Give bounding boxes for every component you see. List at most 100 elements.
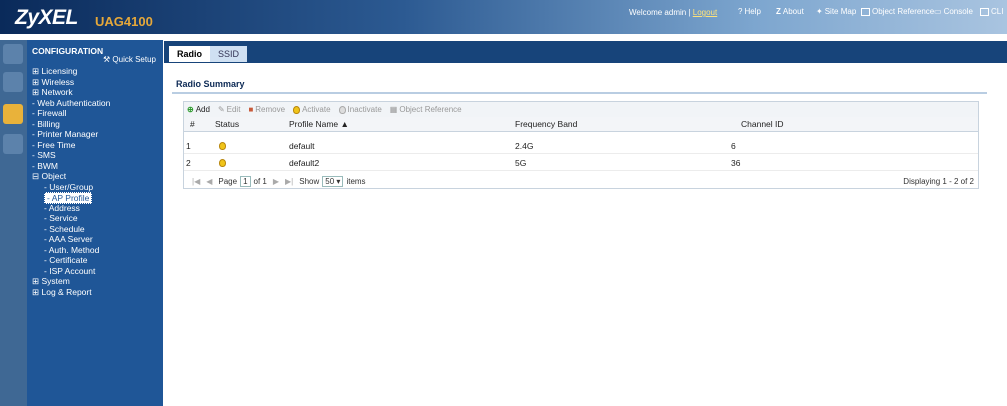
column-header-status[interactable]: Status xyxy=(215,119,239,129)
table-row[interactable]: 2 default2 5G 36 xyxy=(184,156,978,171)
section-divider xyxy=(172,92,987,94)
sidebar-item-isp-account[interactable]: - ISP Account xyxy=(44,266,95,276)
bullet-icon: - xyxy=(44,202,47,213)
bullet-icon: - xyxy=(44,255,47,265)
edit-button[interactable]: ✎ Edit xyxy=(218,105,241,114)
sidebar-item-label: Address xyxy=(48,202,80,213)
channel-id: 6 xyxy=(731,141,736,151)
sidebar-item-label: User/Group xyxy=(49,181,94,192)
monitor-icon[interactable] xyxy=(3,72,23,92)
sidebar-item-label: Free Time xyxy=(37,139,76,150)
sidebar-item-label: Firewall xyxy=(37,108,67,118)
profile-name: default2 xyxy=(289,158,320,168)
add-button[interactable]: ⊕ Add xyxy=(187,105,210,114)
inactivate-bulb-icon xyxy=(338,105,346,114)
tab-bar: Radio SSID xyxy=(164,41,1007,63)
console-label: Console xyxy=(943,7,973,16)
sidebar-item-firewall[interactable]: - Firewall xyxy=(32,108,67,118)
about-link[interactable]: Z About xyxy=(776,7,804,16)
sidebar-item-log-report[interactable]: ⊞ Log & Report xyxy=(32,287,92,298)
add-label: Add xyxy=(195,105,210,114)
bullet-icon: - xyxy=(44,265,47,276)
help-link[interactable]: ? Help xyxy=(738,7,761,16)
expand-icon: ⊞ xyxy=(32,66,40,76)
expand-icon: ⊞ xyxy=(32,76,40,87)
last-page-icon[interactable]: ▶| xyxy=(285,177,293,186)
show-label: Show xyxy=(299,177,320,186)
sidebar-item-label: SMS xyxy=(37,150,56,160)
sidebar-item-aaa-server[interactable]: - AAA Server xyxy=(44,234,93,244)
bullet-icon: - xyxy=(32,97,35,108)
help-icon: ? xyxy=(738,7,743,16)
sidebar-item-system[interactable]: ⊞ System xyxy=(32,276,70,287)
sidebar-item-user-group[interactable]: - User/Group xyxy=(44,182,93,192)
next-page-icon[interactable]: ▶ xyxy=(273,177,279,186)
sidebar-item-schedule[interactable]: - Schedule xyxy=(44,224,85,234)
tab-ssid[interactable]: SSID xyxy=(210,46,248,62)
activate-label: Activate xyxy=(302,105,331,114)
frequency-band: 2.4G xyxy=(515,141,534,151)
sidebar-item-wireless[interactable]: ⊞ Wireless xyxy=(32,77,74,88)
console-link[interactable]: ▭ Console xyxy=(934,7,973,16)
remove-label: Remove xyxy=(255,105,286,114)
sitemap-link[interactable]: ✦ Site Map xyxy=(816,7,856,16)
quick-setup-label: Quick Setup xyxy=(112,55,156,64)
inactivate-button[interactable]: Inactivate xyxy=(338,105,382,114)
bullet-icon: - xyxy=(44,213,47,223)
activate-button[interactable]: Activate xyxy=(293,105,331,114)
cli-icon xyxy=(980,7,989,16)
sidebar-item-printer-manager[interactable]: - Printer Manager xyxy=(32,129,98,139)
sidebar-item-web-authentication[interactable]: - Web Authentication xyxy=(32,98,110,108)
menu-icon-strip xyxy=(0,40,27,406)
dashboard-icon[interactable] xyxy=(3,44,23,64)
column-header-channel-id[interactable]: Channel ID xyxy=(741,119,784,129)
remove-button[interactable]: ■ Remove xyxy=(248,105,285,114)
maintenance-icon[interactable] xyxy=(3,134,23,154)
sidebar-item-sms[interactable]: - SMS xyxy=(32,150,56,160)
sidebar-item-bwm[interactable]: - BWM xyxy=(32,161,58,171)
quick-setup-icon: ⚒ xyxy=(103,55,111,64)
items-label: items xyxy=(346,177,366,186)
sidebar-title: CONFIGURATION xyxy=(32,46,104,56)
object-reference-button-label: Object Reference xyxy=(399,105,462,114)
sidebar-item-service[interactable]: - Service xyxy=(44,213,78,223)
column-header-num[interactable]: # xyxy=(190,119,195,129)
first-page-icon[interactable]: |◀ xyxy=(192,177,200,186)
sidebar-item-certificate[interactable]: - Certificate xyxy=(44,255,87,265)
sidebar-item-label: AAA Server xyxy=(48,234,93,244)
column-header-frequency-band[interactable]: Frequency Band xyxy=(515,119,577,129)
frequency-band: 5G xyxy=(515,158,527,168)
sidebar-item-licensing[interactable]: ⊞ Licensing xyxy=(32,66,77,77)
sidebar-item-object[interactable]: ⊟ Object xyxy=(32,171,66,182)
bullet-icon: - xyxy=(32,129,35,139)
section-title: Radio Summary xyxy=(176,79,245,89)
sidebar-item-label: Licensing xyxy=(41,66,78,76)
configuration-gear-icon[interactable] xyxy=(3,104,23,124)
sidebar-item-free-time[interactable]: - Free Time xyxy=(32,140,75,150)
sidebar-item-label: ISP Account xyxy=(49,265,96,276)
page-size-select[interactable]: 50 ▾ xyxy=(322,176,344,187)
table-header: # Status Profile Name ▲ Frequency Band C… xyxy=(184,117,978,132)
welcome-text: Welcome admin | Logout xyxy=(629,8,717,17)
activate-bulb-icon xyxy=(293,105,301,114)
cli-link[interactable]: CLI xyxy=(980,7,1003,16)
expand-icon: ⊞ xyxy=(32,87,40,97)
row-number: 1 xyxy=(186,141,191,151)
page-input[interactable]: 1 xyxy=(240,176,251,187)
tab-radio[interactable]: Radio xyxy=(169,46,211,62)
sidebar-item-network[interactable]: ⊞ Network xyxy=(32,87,73,98)
quick-setup-link[interactable]: ⚒ Quick Setup xyxy=(103,55,156,64)
object-reference-link[interactable]: Object Reference xyxy=(861,7,934,16)
column-header-profile-name[interactable]: Profile Name ▲ xyxy=(289,119,349,129)
sidebar-item-address[interactable]: - Address xyxy=(44,203,80,213)
logout-link[interactable]: Logout xyxy=(693,8,717,17)
sidebar-item-billing[interactable]: - Billing xyxy=(32,119,60,129)
bullet-icon: - xyxy=(44,244,47,255)
object-reference-button[interactable]: ▦ Object Reference xyxy=(390,105,462,114)
channel-id: 36 xyxy=(731,158,741,168)
chevron-down-icon: ▾ xyxy=(336,177,341,186)
previous-page-icon[interactable]: ◀ xyxy=(206,177,212,186)
table-row[interactable]: 1 default 2.4G 6 xyxy=(184,139,978,154)
sidebar-item-label: System xyxy=(41,276,70,286)
sidebar-item-auth-method[interactable]: - Auth. Method xyxy=(44,245,99,255)
